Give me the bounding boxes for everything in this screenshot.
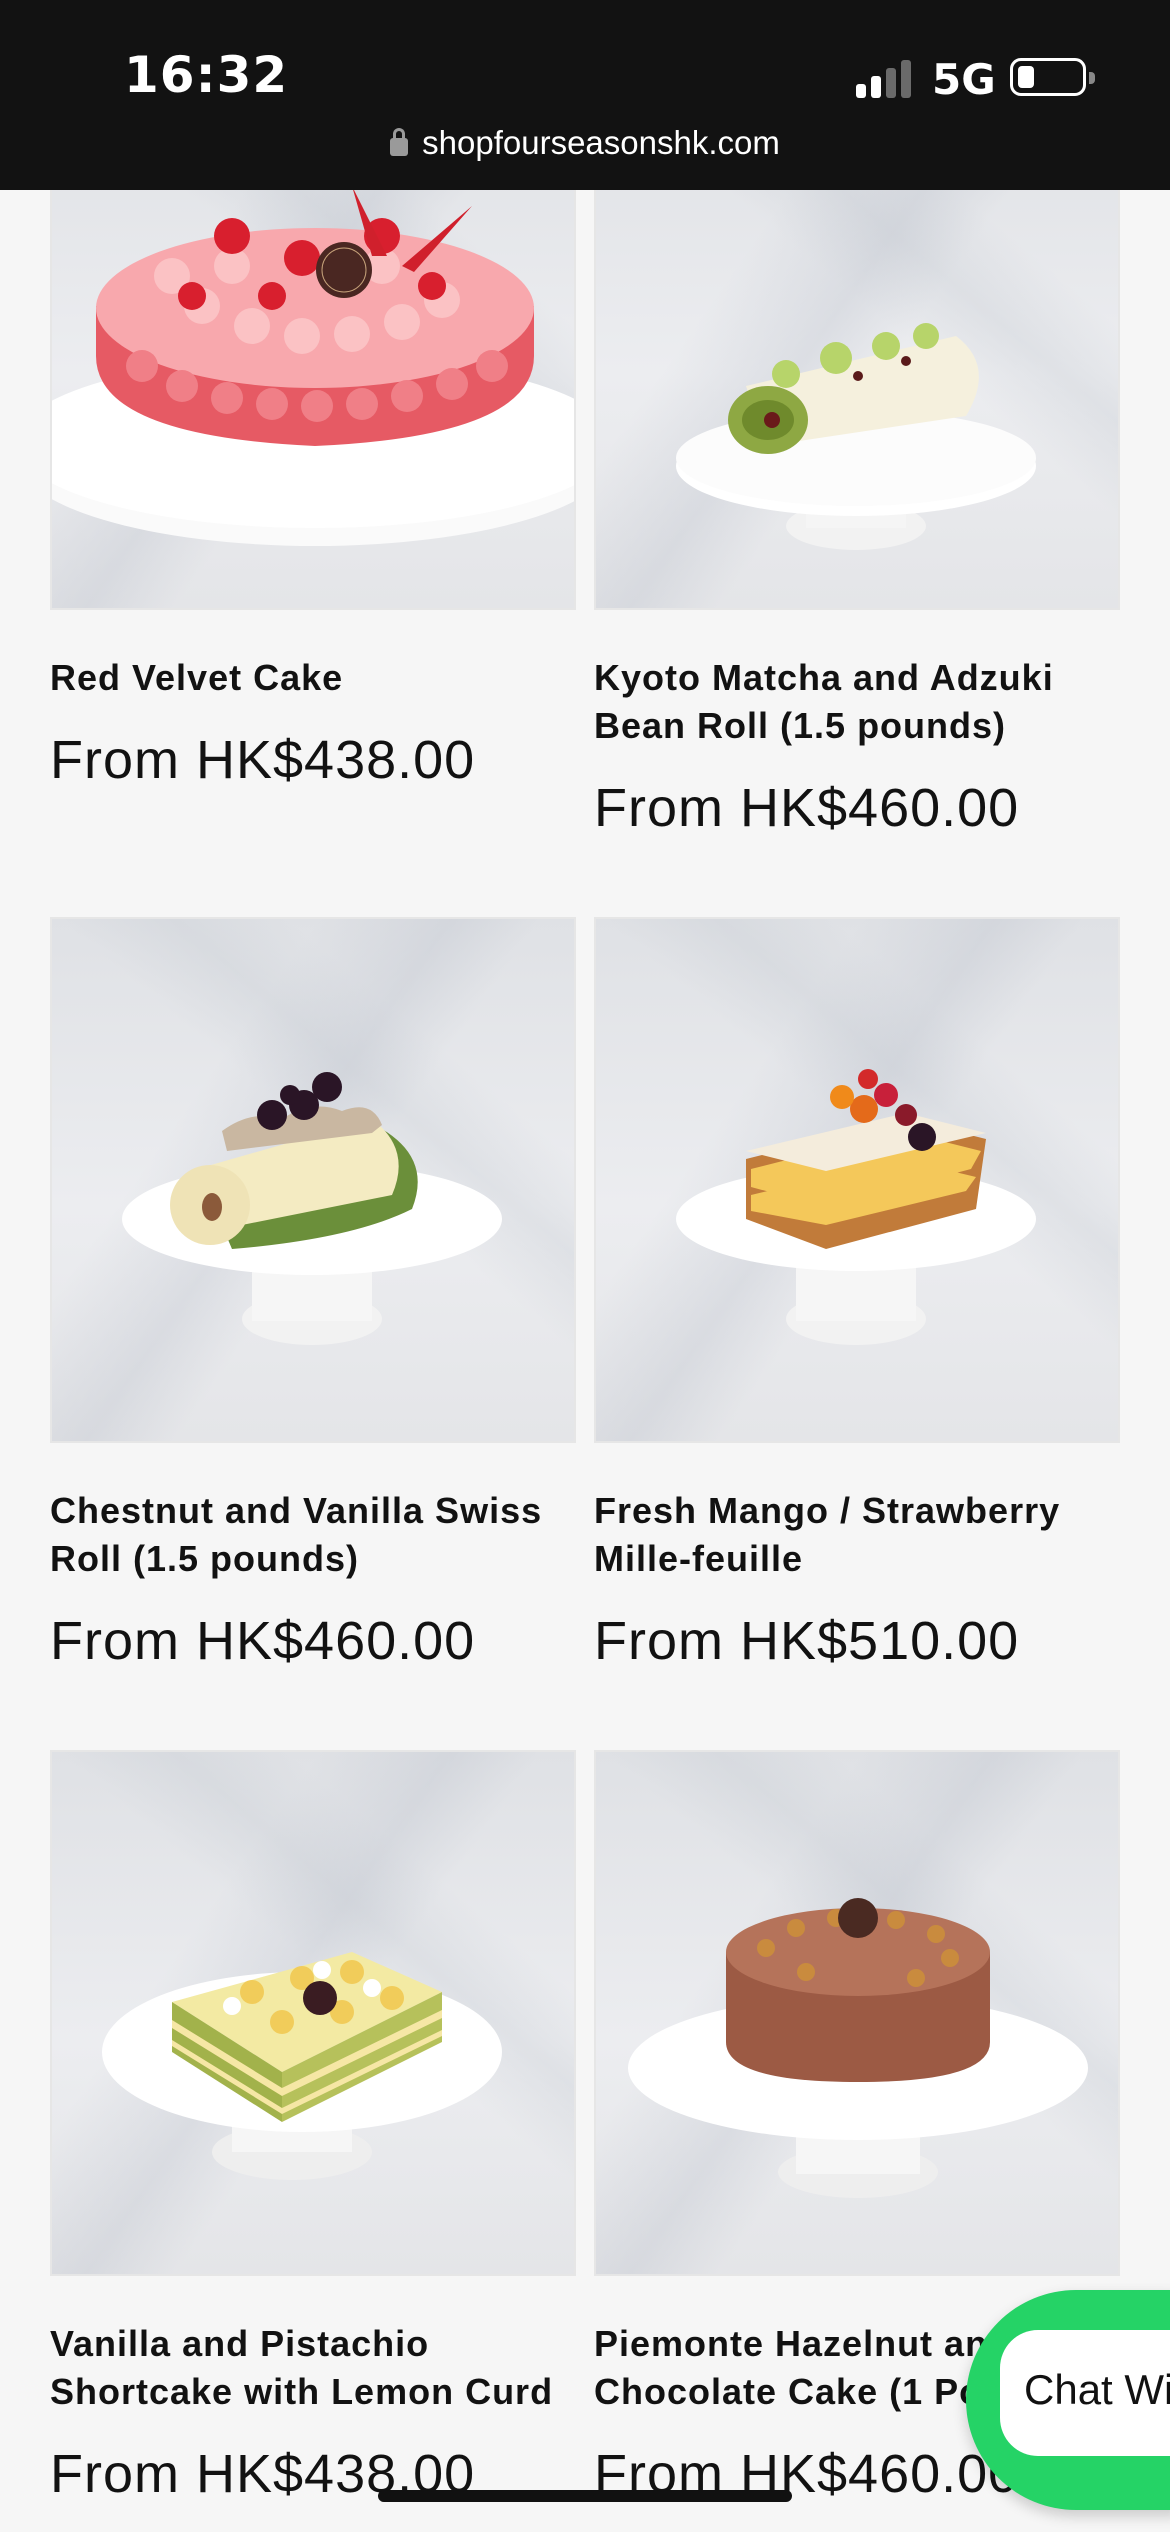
network-label: 5G <box>932 55 996 104</box>
chat-label-bubble[interactable]: Chat Wi <box>1000 2330 1170 2456</box>
vanilla-pistachio-image <box>102 1952 502 2180</box>
signal-icon <box>856 60 914 98</box>
product-name[interactable]: Vanilla and Pistachio Shortcake with Lem… <box>50 2320 570 2416</box>
lock-icon <box>390 128 409 156</box>
product-name[interactable]: Fresh Mango / Strawberry Mille-feuille <box>594 1487 1114 1583</box>
piemonte-hazelnut-image <box>628 1898 1088 2198</box>
product-image[interactable] <box>50 1750 576 2276</box>
product-price: From HK$460.00 <box>594 778 1020 838</box>
product-image[interactable] <box>594 917 1120 1443</box>
product-card-chestnut-roll[interactable]: Chestnut and Vanilla Swiss Roll (1.5 pou… <box>50 917 576 1671</box>
battery-icon <box>1010 58 1095 96</box>
product-card-vanilla-pistachio[interactable]: Vanilla and Pistachio Shortcake with Lem… <box>50 1750 576 2504</box>
product-price: From HK$460.00 <box>50 1611 476 1671</box>
product-image[interactable] <box>50 917 576 1443</box>
product-name[interactable]: Kyoto Matcha and Adzuki Bean Roll (1.5 p… <box>594 654 1114 750</box>
product-card-mille-feuille[interactable]: Fresh Mango / Strawberry Mille-feuille F… <box>594 917 1120 1671</box>
product-name[interactable]: Chestnut and Vanilla Swiss Roll (1.5 pou… <box>50 1487 570 1583</box>
product-card-matcha-roll[interactable]: Kyoto Matcha and Adzuki Bean Roll (1.5 p… <box>594 84 1120 838</box>
product-price: From HK$510.00 <box>594 1611 1020 1671</box>
mille-feuille-image <box>676 1069 1036 1345</box>
product-image[interactable] <box>594 1750 1120 2276</box>
top-bar: 16:32 5G shopfourseasonshk.com <box>0 0 1170 190</box>
chat-label: Chat Wi <box>1024 2366 1170 2413</box>
product-price: From HK$438.00 <box>50 730 476 790</box>
product-name[interactable]: Red Velvet Cake <box>50 654 570 702</box>
address-bar[interactable]: shopfourseasonshk.com <box>0 124 1170 162</box>
url-text: shopfourseasonshk.com <box>422 124 780 161</box>
status-time: 16:32 <box>124 46 289 104</box>
chestnut-roll-image <box>122 1072 502 1345</box>
home-indicator <box>378 2490 792 2502</box>
